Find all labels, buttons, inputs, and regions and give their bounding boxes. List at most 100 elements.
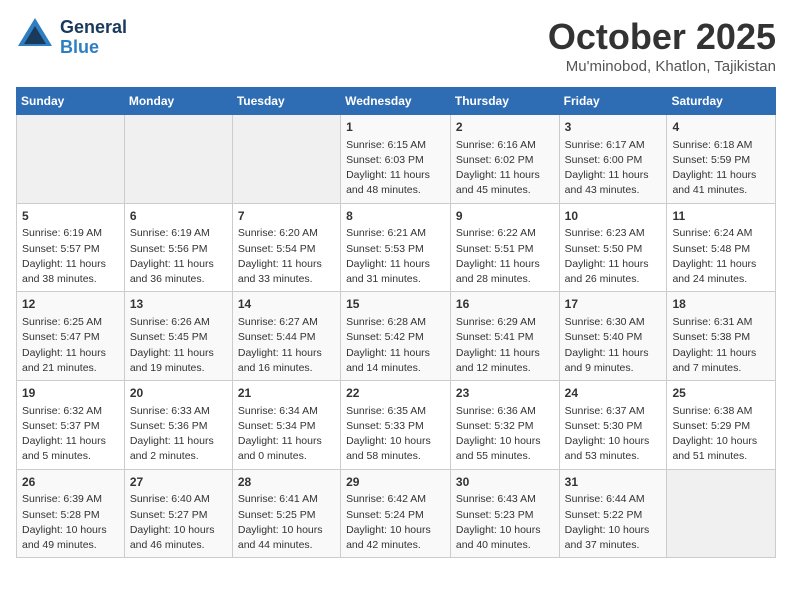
calendar-cell: 25 Sunrise: 6:38 AM Sunset: 5:29 PM Dayli… <box>667 381 776 470</box>
day-info: Sunrise: 6:32 AM Sunset: 5:37 PM Dayligh… <box>22 404 119 465</box>
column-header-wednesday: Wednesday <box>341 88 451 115</box>
calendar-cell: 27Sunrise: 6:40 AM Sunset: 5:27 PM Dayli… <box>124 469 232 558</box>
day-info: Sunrise: 6:26 AM Sunset: 5:45 PM Dayligh… <box>130 315 227 376</box>
calendar-cell: 11Sunrise: 6:24 AM Sunset: 5:48 PM Dayli… <box>667 203 776 292</box>
day-number: 8 <box>346 208 445 225</box>
day-info: Sunrise: 6:29 AM Sunset: 5:41 PM Dayligh… <box>456 315 554 376</box>
day-info: Sunrise: 6:39 AM Sunset: 5:28 PM Dayligh… <box>22 492 119 553</box>
calendar-table: SundayMondayTuesdayWednesdayThursdayFrid… <box>16 87 776 558</box>
column-header-saturday: Saturday <box>667 88 776 115</box>
calendar-cell: 31Sunrise: 6:44 AM Sunset: 5:22 PM Dayli… <box>559 469 667 558</box>
day-number: 29 <box>346 474 445 491</box>
column-header-thursday: Thursday <box>450 88 559 115</box>
day-number: 20 <box>130 385 227 402</box>
day-number: 7 <box>238 208 335 225</box>
logo-text-blue: Blue <box>60 38 127 58</box>
day-info: Sunrise: 6:20 AM Sunset: 5:54 PM Dayligh… <box>238 226 335 287</box>
day-number: 19 <box>22 385 119 402</box>
day-number: 17 <box>565 296 662 313</box>
calendar-week-row: 26Sunrise: 6:39 AM Sunset: 5:28 PM Dayli… <box>17 469 776 558</box>
day-info: Sunrise: 6:33 AM Sunset: 5:36 PM Dayligh… <box>130 404 227 465</box>
day-info: Sunrise: 6:37 AM Sunset: 5:30 PM Dayligh… <box>565 404 662 465</box>
page-header: General Blue October 2025 Mu'minobod, Kh… <box>16 16 776 75</box>
day-info: Sunrise: 6:30 AM Sunset: 5:40 PM Dayligh… <box>565 315 662 376</box>
day-number: 6 <box>130 208 227 225</box>
day-info: Sunrise: 6:35 AM Sunset: 5:33 PM Dayligh… <box>346 404 445 465</box>
calendar-week-row: 1 Sunrise: 6:15 AM Sunset: 6:03 PM Daylig… <box>17 115 776 204</box>
day-number: 11 <box>672 208 770 225</box>
calendar-cell: 14 Sunrise: 6:27 AM Sunset: 5:44 PM Dayli… <box>232 292 340 381</box>
day-info: Sunrise: 6:28 AM Sunset: 5:42 PM Dayligh… <box>346 315 445 376</box>
day-info: Sunrise: 6:27 AM Sunset: 5:44 PM Dayligh… <box>238 315 335 376</box>
calendar-cell: 12 Sunrise: 6:25 AM Sunset: 5:47 PM Dayli… <box>17 292 125 381</box>
day-number: 13 <box>130 296 227 313</box>
day-info: Sunrise: 6:36 AM Sunset: 5:32 PM Dayligh… <box>456 404 554 465</box>
logo-icon <box>16 16 54 59</box>
day-number: 21 <box>238 385 335 402</box>
day-info: Sunrise: 6:42 AM Sunset: 5:24 PM Dayligh… <box>346 492 445 553</box>
day-number: 5 <box>22 208 119 225</box>
day-number: 12 <box>22 296 119 313</box>
day-number: 14 <box>238 296 335 313</box>
day-info: Sunrise: 6:24 AM Sunset: 5:48 PM Dayligh… <box>672 226 770 287</box>
calendar-cell: 16 Sunrise: 6:29 AM Sunset: 5:41 PM Dayli… <box>450 292 559 381</box>
day-info: Sunrise: 6:16 AM Sunset: 6:02 PM Dayligh… <box>456 138 554 199</box>
calendar-week-row: 5Sunrise: 6:19 AM Sunset: 5:57 PM Daylig… <box>17 203 776 292</box>
day-number: 22 <box>346 385 445 402</box>
day-number: 18 <box>672 296 770 313</box>
day-info: Sunrise: 6:38 AM Sunset: 5:29 PM Dayligh… <box>672 404 770 465</box>
calendar-cell: 8Sunrise: 6:21 AM Sunset: 5:53 PM Daylig… <box>341 203 451 292</box>
column-header-sunday: Sunday <box>17 88 125 115</box>
day-info: Sunrise: 6:34 AM Sunset: 5:34 PM Dayligh… <box>238 404 335 465</box>
month-title: October 2025 <box>548 16 776 58</box>
calendar-cell: 2 Sunrise: 6:16 AM Sunset: 6:02 PM Daylig… <box>450 115 559 204</box>
day-info: Sunrise: 6:25 AM Sunset: 5:47 PM Dayligh… <box>22 315 119 376</box>
day-info: Sunrise: 6:43 AM Sunset: 5:23 PM Dayligh… <box>456 492 554 553</box>
day-number: 28 <box>238 474 335 491</box>
day-number: 25 <box>672 385 770 402</box>
calendar-cell: 15 Sunrise: 6:28 AM Sunset: 5:42 PM Dayli… <box>341 292 451 381</box>
day-number: 23 <box>456 385 554 402</box>
location-subtitle: Mu'minobod, Khatlon, Tajikistan <box>548 58 776 75</box>
day-info: Sunrise: 6:44 AM Sunset: 5:22 PM Dayligh… <box>565 492 662 553</box>
calendar-cell: 26Sunrise: 6:39 AM Sunset: 5:28 PM Dayli… <box>17 469 125 558</box>
day-number: 15 <box>346 296 445 313</box>
calendar-cell: 1 Sunrise: 6:15 AM Sunset: 6:03 PM Daylig… <box>341 115 451 204</box>
day-info: Sunrise: 6:40 AM Sunset: 5:27 PM Dayligh… <box>130 492 227 553</box>
day-number: 26 <box>22 474 119 491</box>
logo-text-general: General <box>60 18 127 38</box>
calendar-cell: 22 Sunrise: 6:35 AM Sunset: 5:33 PM Dayli… <box>341 381 451 470</box>
day-number: 16 <box>456 296 554 313</box>
day-number: 1 <box>346 119 445 136</box>
calendar-cell: 29Sunrise: 6:42 AM Sunset: 5:24 PM Dayli… <box>341 469 451 558</box>
calendar-cell: 3Sunrise: 6:17 AM Sunset: 6:00 PM Daylig… <box>559 115 667 204</box>
day-number: 2 <box>456 119 554 136</box>
day-info: Sunrise: 6:23 AM Sunset: 5:50 PM Dayligh… <box>565 226 662 287</box>
calendar-cell: 5Sunrise: 6:19 AM Sunset: 5:57 PM Daylig… <box>17 203 125 292</box>
calendar-cell: 9Sunrise: 6:22 AM Sunset: 5:51 PM Daylig… <box>450 203 559 292</box>
calendar-cell: 28Sunrise: 6:41 AM Sunset: 5:25 PM Dayli… <box>232 469 340 558</box>
calendar-header-row: SundayMondayTuesdayWednesdayThursdayFrid… <box>17 88 776 115</box>
calendar-cell <box>17 115 125 204</box>
day-number: 3 <box>565 119 662 136</box>
calendar-cell: 6Sunrise: 6:19 AM Sunset: 5:56 PM Daylig… <box>124 203 232 292</box>
day-number: 30 <box>456 474 554 491</box>
calendar-cell: 17 Sunrise: 6:30 AM Sunset: 5:40 PM Dayli… <box>559 292 667 381</box>
day-info: Sunrise: 6:31 AM Sunset: 5:38 PM Dayligh… <box>672 315 770 376</box>
calendar-week-row: 19 Sunrise: 6:32 AM Sunset: 5:37 PM Dayli… <box>17 381 776 470</box>
calendar-cell <box>232 115 340 204</box>
calendar-cell: 23 Sunrise: 6:36 AM Sunset: 5:32 PM Dayli… <box>450 381 559 470</box>
calendar-cell: 30Sunrise: 6:43 AM Sunset: 5:23 PM Dayli… <box>450 469 559 558</box>
calendar-cell: 18 Sunrise: 6:31 AM Sunset: 5:38 PM Dayli… <box>667 292 776 381</box>
column-header-monday: Monday <box>124 88 232 115</box>
column-header-tuesday: Tuesday <box>232 88 340 115</box>
calendar-cell: 4Sunrise: 6:18 AM Sunset: 5:59 PM Daylig… <box>667 115 776 204</box>
day-info: Sunrise: 6:15 AM Sunset: 6:03 PM Dayligh… <box>346 138 445 199</box>
calendar-cell: 21 Sunrise: 6:34 AM Sunset: 5:34 PM Dayli… <box>232 381 340 470</box>
day-number: 10 <box>565 208 662 225</box>
calendar-cell <box>124 115 232 204</box>
day-info: Sunrise: 6:18 AM Sunset: 5:59 PM Dayligh… <box>672 138 770 199</box>
calendar-cell: 13 Sunrise: 6:26 AM Sunset: 5:45 PM Dayli… <box>124 292 232 381</box>
calendar-cell: 7Sunrise: 6:20 AM Sunset: 5:54 PM Daylig… <box>232 203 340 292</box>
column-header-friday: Friday <box>559 88 667 115</box>
